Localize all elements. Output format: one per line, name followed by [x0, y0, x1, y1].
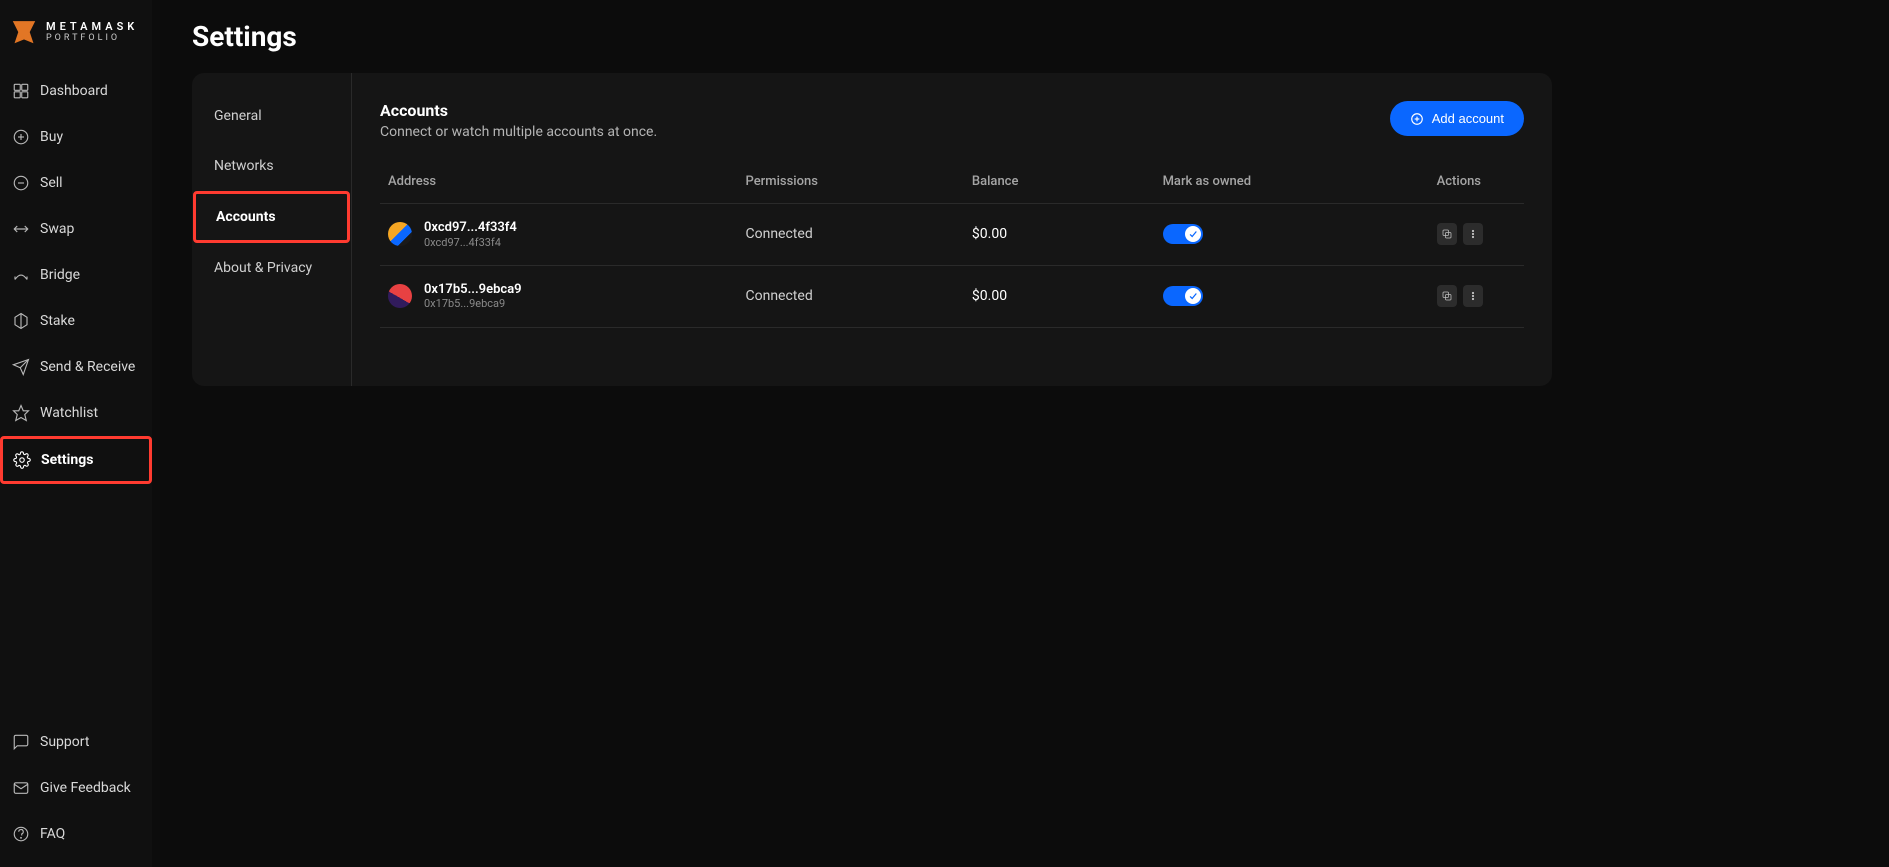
- tab-label: Accounts: [216, 209, 276, 225]
- settings-card: General Networks Accounts About & Privac…: [192, 73, 1552, 386]
- logo[interactable]: METAMASK PORTFOLIO: [0, 8, 152, 68]
- sidebar-item-label: Sell: [40, 175, 63, 191]
- sidebar: METAMASK PORTFOLIO Dashboard Buy Sell Sw…: [0, 0, 152, 867]
- copy-button[interactable]: [1437, 223, 1457, 245]
- balance-value: $0.00: [964, 265, 1155, 327]
- more-button[interactable]: [1463, 223, 1483, 245]
- send-icon: [12, 358, 30, 376]
- column-header-permissions: Permissions: [738, 164, 964, 204]
- column-header-mark: Mark as owned: [1155, 164, 1429, 204]
- tab-networks[interactable]: Networks: [192, 141, 351, 191]
- mark-owned-toggle[interactable]: [1163, 286, 1203, 306]
- account-address-sub: 0x17b5...9ebca9: [424, 297, 522, 310]
- column-header-actions: Actions: [1429, 164, 1524, 204]
- sidebar-item-label: Settings: [41, 452, 93, 468]
- sidebar-item-support[interactable]: Support: [0, 719, 152, 765]
- minus-circle-icon: [12, 174, 30, 192]
- permission-value: Connected: [738, 265, 964, 327]
- stake-icon: [12, 312, 30, 330]
- plus-circle-icon: [12, 128, 30, 146]
- tab-about-privacy[interactable]: About & Privacy: [192, 243, 351, 293]
- tab-label: General: [214, 108, 262, 124]
- account-address-sub: 0xcd97...4f33f4: [424, 236, 517, 249]
- sidebar-item-stake[interactable]: Stake: [0, 298, 152, 344]
- main-nav: Dashboard Buy Sell Swap Bridge Stake: [0, 68, 152, 867]
- sidebar-item-bridge[interactable]: Bridge: [0, 252, 152, 298]
- sidebar-item-sell[interactable]: Sell: [0, 160, 152, 206]
- column-header-address: Address: [380, 164, 738, 204]
- sidebar-item-send-receive[interactable]: Send & Receive: [0, 344, 152, 390]
- table-row: 0x17b5...9ebca9 0x17b5...9ebca9 Connecte…: [380, 265, 1524, 327]
- gear-icon: [13, 451, 31, 469]
- more-button[interactable]: [1463, 285, 1483, 307]
- add-account-label: Add account: [1432, 111, 1504, 126]
- sidebar-item-dashboard[interactable]: Dashboard: [0, 68, 152, 114]
- logo-text: METAMASK PORTFOLIO: [46, 21, 138, 43]
- sidebar-item-settings[interactable]: Settings: [0, 436, 152, 484]
- accounts-table: Address Permissions Balance Mark as owne…: [380, 164, 1524, 328]
- sidebar-item-label: Buy: [40, 129, 63, 145]
- table-row: 0xcd97...4f33f4 0xcd97...4f33f4 Connecte…: [380, 204, 1524, 266]
- sidebar-item-label: Swap: [40, 221, 74, 237]
- check-icon: [1188, 291, 1198, 301]
- sidebar-item-buy[interactable]: Buy: [0, 114, 152, 160]
- accounts-panel: Accounts Connect or watch multiple accou…: [352, 73, 1552, 386]
- sidebar-item-label: Dashboard: [40, 83, 108, 99]
- swap-icon: [12, 220, 30, 238]
- account-address-main: 0x17b5...9ebca9: [424, 282, 522, 298]
- section-subtitle: Connect or watch multiple accounts at on…: [380, 124, 657, 140]
- page-title: Settings: [192, 20, 1889, 53]
- sidebar-item-swap[interactable]: Swap: [0, 206, 152, 252]
- tab-label: About & Privacy: [214, 260, 312, 276]
- settings-tabs: General Networks Accounts About & Privac…: [192, 73, 352, 386]
- sidebar-item-label: Give Feedback: [40, 780, 131, 796]
- sidebar-item-label: FAQ: [40, 826, 65, 842]
- star-icon: [12, 404, 30, 422]
- mail-icon: [12, 779, 30, 797]
- mark-owned-toggle[interactable]: [1163, 224, 1203, 244]
- sidebar-item-label: Bridge: [40, 267, 80, 283]
- dashboard-icon: [12, 82, 30, 100]
- sidebar-item-label: Watchlist: [40, 405, 98, 421]
- copy-icon: [1441, 228, 1453, 240]
- bridge-icon: [12, 266, 30, 284]
- tab-accounts[interactable]: Accounts: [193, 191, 350, 243]
- tab-general[interactable]: General: [192, 91, 351, 141]
- more-vertical-icon: [1467, 290, 1479, 302]
- account-avatar: [388, 284, 412, 308]
- tab-label: Networks: [214, 158, 274, 174]
- sidebar-item-feedback[interactable]: Give Feedback: [0, 765, 152, 811]
- sidebar-item-label: Support: [40, 734, 89, 750]
- sidebar-item-label: Stake: [40, 313, 75, 329]
- toggle-knob: [1185, 226, 1201, 242]
- sidebar-item-watchlist[interactable]: Watchlist: [0, 390, 152, 436]
- plus-circle-icon: [1410, 112, 1424, 126]
- metamask-fox-icon: [10, 18, 38, 46]
- column-header-balance: Balance: [964, 164, 1155, 204]
- main-content: Settings General Networks Accounts About…: [152, 0, 1889, 867]
- copy-button[interactable]: [1437, 285, 1457, 307]
- add-account-button[interactable]: Add account: [1390, 101, 1524, 136]
- check-icon: [1188, 229, 1198, 239]
- permission-value: Connected: [738, 204, 964, 266]
- sidebar-item-label: Send & Receive: [40, 359, 135, 375]
- logo-text-main: METAMASK: [46, 21, 138, 32]
- logo-text-sub: PORTFOLIO: [46, 34, 138, 43]
- more-vertical-icon: [1467, 228, 1479, 240]
- account-avatar: [388, 222, 412, 246]
- sidebar-item-faq[interactable]: FAQ: [0, 811, 152, 857]
- section-title: Accounts: [380, 101, 657, 120]
- copy-icon: [1441, 290, 1453, 302]
- help-circle-icon: [12, 825, 30, 843]
- account-address-main: 0xcd97...4f33f4: [424, 220, 517, 236]
- chat-icon: [12, 733, 30, 751]
- toggle-knob: [1185, 288, 1201, 304]
- balance-value: $0.00: [964, 204, 1155, 266]
